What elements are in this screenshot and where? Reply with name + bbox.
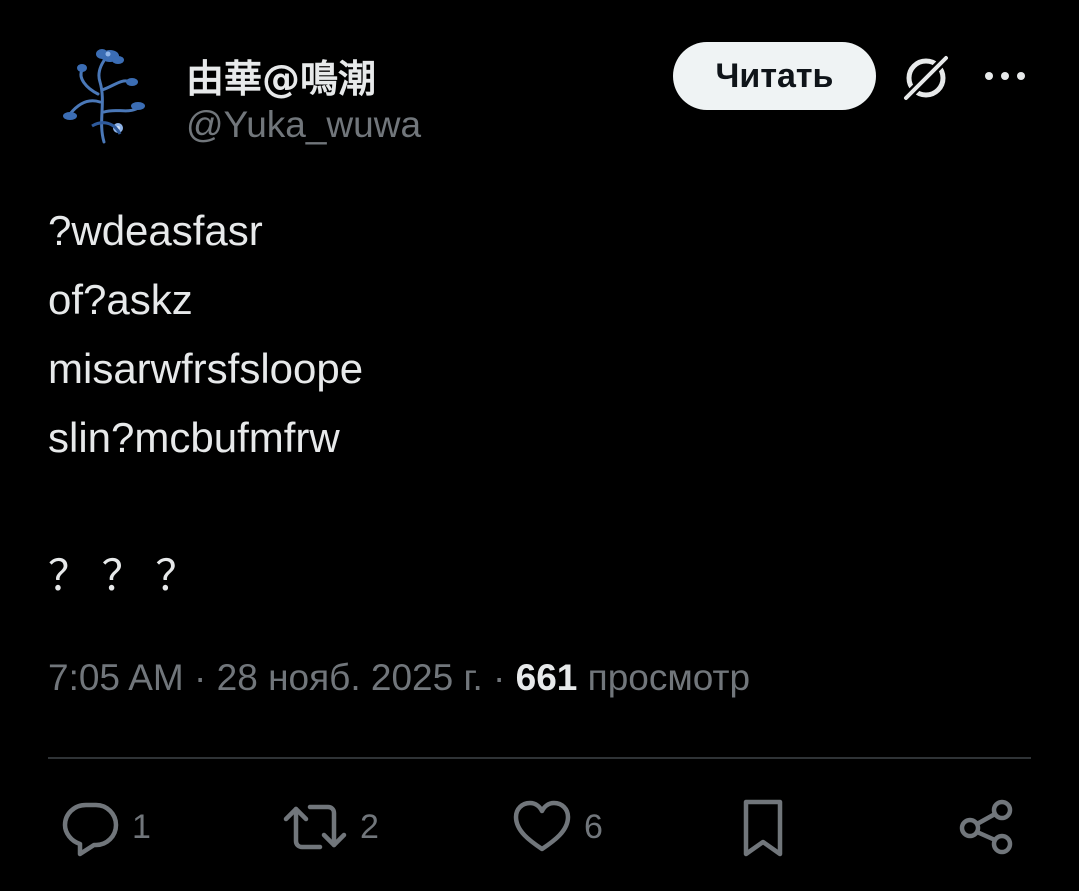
tweet-time[interactable]: 7:05 AM (48, 657, 184, 698)
like-button[interactable]: 6 (512, 796, 603, 858)
tweet-text: ?wdeasfasr of?askz misarwfrsfsloope slin… (48, 196, 1028, 610)
views-label: просмотр (587, 657, 751, 698)
like-count: 6 (584, 807, 603, 846)
tweet-card: 由華@鳴潮 @Yuka_wuwa Читать ?wdeasfasr of?as… (0, 0, 1079, 891)
more-horizontal-icon[interactable] (982, 58, 1028, 94)
follow-button[interactable]: Читать (673, 42, 876, 110)
retweet-icon (283, 804, 347, 850)
views-count: 661 (515, 657, 578, 698)
display-name[interactable]: 由華@鳴潮 (186, 48, 376, 103)
bookmark-button[interactable] (738, 796, 788, 858)
tweet-line (48, 472, 1028, 541)
reply-icon (62, 802, 119, 857)
reply-button[interactable]: 1 (60, 796, 151, 858)
tweet-line: misarwfrsfsloope (48, 345, 364, 392)
divider (48, 757, 1031, 759)
reply-count: 1 (132, 807, 151, 846)
tweet-line: ?wdeasfasr (48, 207, 263, 254)
share-icon (959, 799, 1013, 855)
share-button[interactable] (958, 796, 1016, 858)
tweet-line: ？ ？ ？ (48, 552, 198, 599)
avatar[interactable] (48, 42, 160, 154)
grok-icon[interactable] (898, 50, 954, 106)
meta-separator: · (183, 657, 217, 698)
retweet-button[interactable]: 2 (282, 796, 379, 858)
tweet-line: slin?mcbufmfrw (48, 414, 340, 461)
tweet-date[interactable]: 28 нояб. 2025 г. (217, 657, 483, 698)
meta-separator: · (482, 657, 516, 698)
blue-flower-avatar-icon (48, 42, 160, 154)
user-handle[interactable]: @Yuka_wuwa (186, 104, 421, 146)
tweet-line: of?askz (48, 276, 193, 323)
tweet-meta: 7:05 AM · 28 нояб. 2025 г. · 661 просмот… (48, 657, 750, 699)
heart-icon (513, 800, 571, 852)
retweet-count: 2 (360, 807, 379, 846)
bookmark-icon (743, 799, 783, 857)
